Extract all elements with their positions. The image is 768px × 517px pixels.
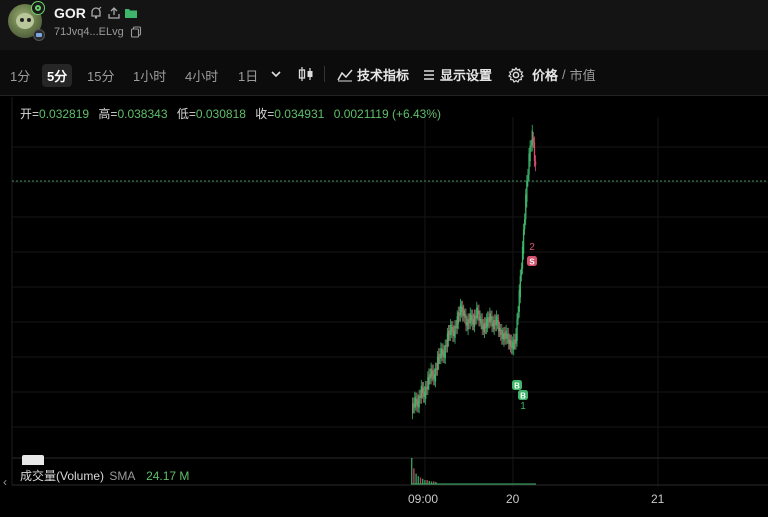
candle-body: [527, 174, 529, 181]
price-label: 价格: [532, 68, 559, 83]
close-label: 收=: [255, 107, 275, 121]
price-marketcap-toggle[interactable]: 价格 / 市值: [508, 65, 596, 84]
volume-bar: [422, 478, 424, 484]
chain-icon: [33, 29, 45, 41]
buy-marker-count: 1: [520, 401, 526, 412]
volume-sma-label: SMA: [109, 469, 135, 483]
volume-bar: [413, 468, 415, 484]
volume-bar: [424, 480, 426, 484]
folder-icon[interactable]: [124, 6, 138, 20]
alert-bell-icon[interactable]: [89, 6, 103, 20]
high-value: 0.038343: [117, 107, 168, 121]
token-header: GOR 71Jvq4...ELvg: [0, 0, 768, 50]
candle-body: [516, 319, 518, 341]
display-settings-button[interactable]: 显示设置: [422, 65, 492, 84]
chart-toolbar: 1分 5分 15分 1小时 4小时 1日 技术指标 显示设置 价格 / 市值: [0, 50, 768, 96]
high-label: 高=: [98, 107, 118, 121]
candle-body: [532, 137, 535, 143]
candle-body: [524, 219, 526, 230]
candle-body: [434, 368, 437, 382]
timeframe-1h[interactable]: 1小时: [133, 66, 166, 85]
volume-value: 24.17 M: [146, 469, 190, 483]
pane-handle[interactable]: [22, 455, 44, 465]
low-label: 低=: [176, 107, 196, 121]
chart-canvas[interactable]: S2BB1: [0, 97, 768, 517]
open-value: 0.032819: [39, 107, 90, 121]
volume-bar: [415, 473, 417, 484]
sell-marker-letter: S: [529, 258, 535, 267]
change-value: 0.0021119 (+6.43%): [333, 107, 441, 121]
candle-body: [534, 161, 537, 166]
candle-body: [530, 145, 532, 147]
indicators-icon: [337, 69, 353, 81]
share-icon[interactable]: [107, 6, 121, 20]
open-label: 开=: [20, 107, 40, 121]
timeframe-5m[interactable]: 5分: [42, 64, 73, 87]
volume-bar: [417, 476, 419, 484]
price-chart[interactable]: S2BB1 开=0.032819 高=0.038343 低=0.030818 收…: [0, 97, 768, 517]
display-settings-label: 显示设置: [440, 68, 493, 83]
buy-marker-letter: B: [520, 392, 526, 401]
candle-body: [526, 180, 528, 202]
market-cap-label: 市值: [569, 68, 596, 83]
candle-body: [522, 229, 525, 254]
timeframe-1m[interactable]: 1分: [10, 66, 30, 85]
timeframe-4h[interactable]: 4小时: [185, 66, 218, 85]
chevron-down-icon[interactable]: [270, 69, 282, 79]
volume-bar: [411, 458, 413, 484]
volume-label: 成交量(Volume): [20, 469, 105, 483]
volume-bar: [419, 477, 422, 484]
x-tick-label: 09:00: [408, 492, 439, 506]
indicators-button[interactable]: 技术指标: [337, 65, 409, 84]
candle-body: [533, 142, 536, 162]
gear-icon: [508, 66, 524, 83]
timeframe-1d[interactable]: 1日: [238, 66, 258, 85]
timeframe-15m[interactable]: 15分: [87, 66, 114, 85]
close-value: 0.034931: [274, 107, 325, 121]
candle-body: [529, 146, 531, 162]
candle-body: [517, 311, 519, 320]
verified-icon: [31, 1, 45, 15]
candle-body: [520, 268, 523, 276]
x-tick-label: 20: [506, 492, 520, 506]
candlestick-type-icon[interactable]: [297, 66, 315, 82]
buy-marker-letter: B: [514, 382, 520, 391]
x-tick-label: 21: [651, 492, 665, 506]
toolbar-divider: [324, 66, 325, 82]
copy-icon[interactable]: [130, 26, 142, 38]
candle-body: [444, 345, 446, 359]
collapse-pane-icon[interactable]: ‹: [3, 475, 7, 489]
indicators-label: 技术指标: [357, 68, 410, 83]
list-settings-icon: [424, 69, 434, 80]
sell-marker-count: 2: [529, 242, 535, 253]
low-value: 0.030818: [195, 107, 246, 121]
volume-legend: 成交量(Volume) SMA 24.17 M: [20, 467, 189, 484]
volume-bar: [426, 480, 428, 484]
candle-body: [519, 275, 521, 298]
price-marketcap-separator: /: [562, 67, 566, 82]
token-address: 71Jvq4...ELvg: [54, 26, 124, 38]
ohlc-legend: 开=0.032819 高=0.038343 低=0.030818 收=0.034…: [20, 105, 447, 122]
token-name: GOR: [54, 5, 86, 21]
